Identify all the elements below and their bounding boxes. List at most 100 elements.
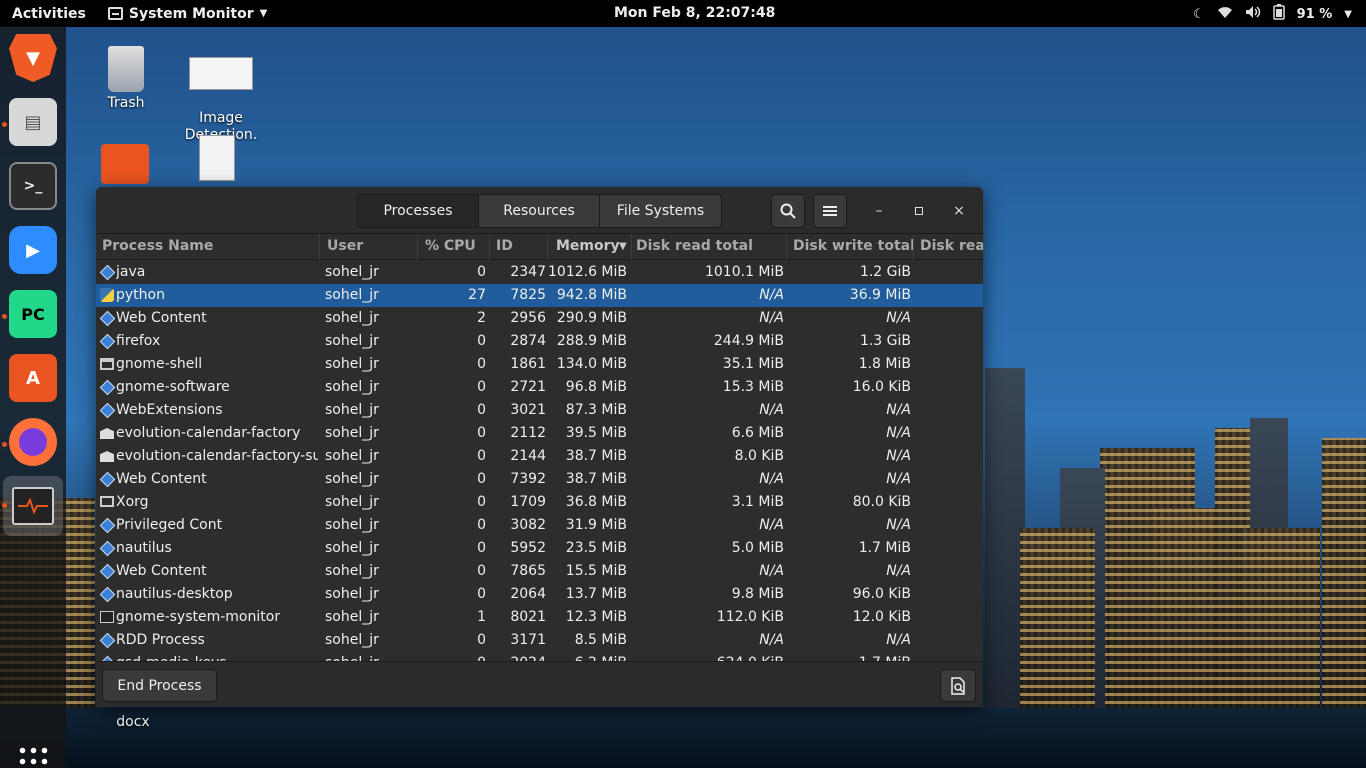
- user-cell: sohel_jr: [325, 448, 379, 464]
- id-cell: 7865: [510, 563, 546, 579]
- generic-app-icon: [99, 310, 116, 327]
- minimize-button[interactable]: –: [869, 201, 889, 221]
- firefox-icon[interactable]: [9, 418, 57, 466]
- id-cell: 1709: [510, 494, 546, 510]
- cpu-cell: 0: [477, 264, 486, 280]
- id-cell: 1861: [510, 356, 546, 372]
- menu-button[interactable]: [813, 194, 847, 228]
- trash-desktop-icon[interactable]: Trash: [98, 46, 154, 111]
- table-row[interactable]: Web Content sohel_jr 0 7865 15.5 MiB N/A N/A: [96, 560, 983, 583]
- cpu-cell: 1: [477, 609, 486, 625]
- show-applications-icon[interactable]: [17, 745, 49, 768]
- column-divider[interactable]: [319, 234, 320, 260]
- tab-file-systems[interactable]: File Systems: [600, 195, 721, 227]
- column-divider[interactable]: [913, 234, 914, 260]
- brave-browser-icon[interactable]: ▼: [9, 34, 57, 82]
- table-row[interactable]: WebExtensions sohel_jr 0 3021 87.3 MiB N/A N/A: [96, 399, 983, 422]
- night-light-icon: ☾: [1192, 6, 1205, 22]
- cpu-cell: 0: [477, 586, 486, 602]
- zoom-icon[interactable]: ▶: [9, 226, 57, 274]
- files-icon[interactable]: ▤: [9, 98, 57, 146]
- column-divider[interactable]: [631, 234, 632, 260]
- user-cell: sohel_jr: [325, 402, 379, 418]
- id-cell: 2347: [510, 264, 546, 280]
- maximize-button[interactable]: [909, 201, 929, 221]
- disk-write-total-cell: 1.7 MiB: [858, 540, 911, 556]
- disk-write-total-cell: 80.0 KiB: [852, 494, 911, 510]
- table-row[interactable]: Web Content sohel_jr 2 2956 290.9 MiB N/A N/A: [96, 307, 983, 330]
- table-row[interactable]: firefox sohel_jr 0 2874 288.9 MiB 244.9 MiB 1.…: [96, 330, 983, 353]
- id-cell: 2064: [510, 586, 546, 602]
- running-indicator: [2, 442, 7, 447]
- table-row[interactable]: python sohel_jr 27 7825 942.8 MiB N/A 36.9 MiB: [96, 284, 983, 307]
- disk-write-total-cell: N/A: [886, 425, 911, 441]
- view-switcher: Processes Resources File Systems: [357, 194, 722, 228]
- tab-processes[interactable]: Processes: [358, 195, 479, 227]
- table-row[interactable]: Privileged Cont sohel_jr 0 3082 31.9 MiB N/A N…: [96, 514, 983, 537]
- close-button[interactable]: ×: [949, 201, 969, 221]
- table-row[interactable]: Xorg sohel_jr 0 1709 36.8 MiB 3.1 MiB 80.0 KiB: [96, 491, 983, 514]
- cpu-cell: 0: [477, 494, 486, 510]
- memory-cell: 96.8 MiB: [565, 379, 627, 395]
- table-row[interactable]: nautilus-desktop sohel_jr 0 2064 13.7 MiB 9.8…: [96, 583, 983, 606]
- column-disk-read-total[interactable]: Disk read total: [636, 238, 753, 258]
- process-list: java sohel_jr 0 2347 1012.6 MiB 1010.1 MiB 1.2…: [96, 261, 983, 661]
- disk-read-total-cell: 15.3 MiB: [722, 379, 784, 395]
- column-divider[interactable]: [489, 234, 490, 260]
- search-button[interactable]: [771, 194, 805, 228]
- memory-cell: 39.5 MiB: [565, 425, 627, 441]
- user-cell: sohel_jr: [325, 287, 379, 303]
- column-disk-write-total[interactable]: Disk write total: [793, 238, 915, 258]
- column-id[interactable]: ID: [496, 238, 513, 258]
- python-icon: [100, 288, 115, 303]
- table-row[interactable]: evolution-calendar-factory-sub sohel_jr 0 2…: [96, 445, 983, 468]
- activities-button[interactable]: Activities: [0, 6, 98, 22]
- column-divider[interactable]: [417, 234, 418, 260]
- memory-cell: 38.7 MiB: [565, 448, 627, 464]
- clock[interactable]: Mon Feb 8, 22:07:48: [614, 5, 775, 21]
- terminal-icon[interactable]: >_: [9, 162, 57, 210]
- table-row[interactable]: evolution-calendar-factory sohel_jr 0 2112 3…: [96, 422, 983, 445]
- disk-read-total-cell: N/A: [759, 402, 784, 418]
- table-row[interactable]: gnome-shell sohel_jr 0 1861 134.0 MiB 35.1 Mi…: [96, 353, 983, 376]
- tab-resources[interactable]: Resources: [479, 195, 600, 227]
- user-cell: sohel_jr: [325, 471, 379, 487]
- column-user[interactable]: User: [327, 238, 363, 258]
- table-row[interactable]: gnome-software sohel_jr 0 2721 96.8 MiB 15.3 …: [96, 376, 983, 399]
- generic-app-icon: [99, 563, 116, 580]
- column-disk-read[interactable]: Disk read: [920, 238, 983, 258]
- table-row[interactable]: Web Content sohel_jr 0 7392 38.7 MiB N/A N/A: [96, 468, 983, 491]
- trash-label: Trash: [107, 95, 145, 111]
- process-name-cell: Web Content: [116, 310, 207, 326]
- table-row[interactable]: gnome-system-monitor sohel_jr 1 8021 12.3 Mi…: [96, 606, 983, 629]
- column-cpu[interactable]: % CPU: [425, 238, 476, 258]
- disk-read-total-cell: 1010.1 MiB: [704, 264, 784, 280]
- end-process-button[interactable]: End Process: [102, 669, 217, 702]
- table-row[interactable]: RDD Process sohel_jr 0 3171 8.5 MiB N/A N/A: [96, 629, 983, 652]
- system-tray[interactable]: ☾ 91 % ▼: [1193, 4, 1352, 24]
- table-row[interactable]: nautilus sohel_jr 0 5952 23.5 MiB 5.0 MiB 1.7 …: [96, 537, 983, 560]
- process-name-cell: java: [116, 264, 146, 280]
- system-monitor-dock-item[interactable]: [3, 476, 63, 536]
- app-menu[interactable]: System Monitor ▼: [107, 6, 267, 22]
- table-row[interactable]: java sohel_jr 0 2347 1012.6 MiB 1010.1 MiB 1.2…: [96, 261, 983, 284]
- memory-cell: 942.8 MiB: [556, 287, 627, 303]
- table-row[interactable]: gsd-media-keyssohel_jr020246.2 MiB624.0 …: [96, 652, 983, 661]
- process-name-cell: python: [116, 287, 165, 303]
- home-folder-icon[interactable]: [101, 144, 149, 184]
- column-divider[interactable]: [547, 234, 548, 260]
- generic-app-icon: [99, 264, 116, 281]
- software-center-icon[interactable]: A: [9, 354, 57, 402]
- column-process-name[interactable]: Process Name: [102, 238, 213, 258]
- process-name-cell: Web Content: [116, 471, 207, 487]
- docx-desktop-icon[interactable]: docx: [113, 714, 153, 730]
- column-divider[interactable]: [786, 234, 787, 260]
- properties-button[interactable]: [940, 669, 976, 702]
- mail-icon: [100, 449, 115, 464]
- pycharm-icon[interactable]: PC: [9, 290, 57, 338]
- user-cell: sohel_jr: [325, 632, 379, 648]
- process-name-cell: evolution-calendar-factory-sub: [116, 448, 318, 464]
- column-memory[interactable]: Memory: [556, 238, 620, 258]
- dock: ▼ ▤ >_ ▶ PC A: [0, 27, 66, 768]
- document-file-icon[interactable]: [199, 135, 235, 181]
